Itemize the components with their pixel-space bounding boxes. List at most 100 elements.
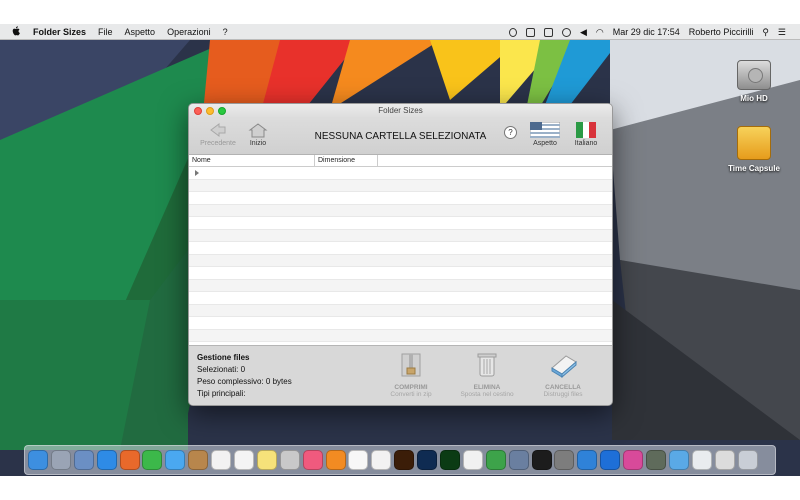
shred-sublabel: Distruggi files	[543, 391, 583, 398]
table-row	[189, 292, 612, 305]
compress-button[interactable]: COMPRIMI Converti in zip	[376, 352, 446, 398]
delete-label: ELIMINA	[473, 384, 501, 391]
dock-numbers-icon[interactable]	[485, 450, 506, 470]
column-header-size[interactable]: Dimensione	[315, 155, 378, 166]
delete-sublabel: Sposta nel cestino	[460, 391, 514, 398]
wifi-icon[interactable]: ◠	[596, 27, 604, 38]
dock-teamviewer-icon[interactable]	[600, 450, 621, 470]
help-button[interactable]: ?	[504, 126, 517, 139]
table-row	[189, 242, 612, 255]
top-letterbox	[0, 0, 800, 24]
table-row	[189, 329, 612, 342]
menubar-user[interactable]: Roberto Piccirilli	[689, 27, 754, 37]
dock-ibooks-icon[interactable]	[325, 450, 346, 470]
menu-file[interactable]: File	[98, 27, 113, 37]
zoom-window-button[interactable]	[218, 107, 226, 115]
dock-preferences-icon[interactable]	[554, 450, 575, 470]
spotlight-search-icon[interactable]: ⚲	[762, 27, 769, 38]
dock-pages-icon[interactable]	[462, 450, 483, 470]
table-row	[189, 179, 612, 192]
menubar-clock[interactable]: Mar 29 dic 17:54	[613, 27, 680, 37]
files-panel: Gestione files Selezionati: 0 Peso compl…	[189, 345, 612, 405]
menu-bar: Folder Sizes File Aspetto Operazioni ? ◀…	[0, 24, 800, 40]
dock-firefox-icon[interactable]	[119, 450, 140, 470]
microphone-icon[interactable]	[508, 27, 517, 37]
close-window-button[interactable]	[194, 107, 202, 115]
dock-dreamweaver-icon[interactable]	[440, 450, 461, 470]
table-row	[189, 267, 612, 280]
menu-aspetto[interactable]: Aspetto	[125, 27, 156, 37]
apple-menu-icon[interactable]	[12, 25, 21, 38]
dock-notefile-icon[interactable]	[188, 450, 209, 470]
hard-disk-icon	[737, 60, 771, 90]
minimize-window-button[interactable]	[206, 107, 214, 115]
screen-record-icon[interactable]	[525, 27, 535, 37]
column-header-name[interactable]: Nome	[189, 155, 315, 166]
selected-count: Selezionati: 0	[197, 365, 246, 374]
language-button-label: Italiano	[574, 140, 598, 147]
table-row	[189, 204, 612, 217]
table-row	[189, 192, 612, 205]
teamviewer-status-icon[interactable]	[543, 27, 553, 37]
table-row	[189, 317, 612, 330]
volume-icon[interactable]: ◀	[580, 27, 587, 38]
dock-finder-icon[interactable]	[28, 450, 48, 470]
compress-sublabel: Converti in zip	[390, 391, 432, 398]
menu-help[interactable]: ?	[223, 27, 228, 37]
window-titlebar[interactable]: Folder Sizes	[189, 104, 612, 118]
table-row	[189, 217, 612, 230]
main-types: Tipi principali:	[197, 389, 246, 398]
dock-itunes-icon[interactable]	[302, 450, 323, 470]
table-row	[189, 229, 612, 242]
menu-operazioni[interactable]: Operazioni	[167, 27, 211, 37]
dock-launchpad-icon[interactable]	[50, 450, 71, 470]
total-weight: Peso complessivo: 0 bytes	[197, 377, 292, 386]
appearance-button-label: Aspetto	[533, 140, 557, 147]
bottom-letterbox	[0, 476, 800, 500]
dock-trash-icon[interactable]	[737, 450, 758, 470]
dock-facetime-icon[interactable]	[142, 450, 163, 470]
language-button[interactable]: Italiano	[569, 122, 603, 147]
dock-reminders-icon[interactable]	[234, 450, 255, 470]
delete-button[interactable]: ELIMINA Sposta nel cestino	[452, 352, 522, 398]
disclosure-triangle-icon[interactable]	[195, 170, 199, 176]
table-header: Nome Dimensione	[189, 155, 612, 167]
desktop-icon-time-capsule[interactable]: Time Capsule	[724, 126, 784, 173]
dock-calendar-icon[interactable]	[211, 450, 232, 470]
dock-sequel-icon[interactable]	[508, 450, 529, 470]
dock-illustrator-icon[interactable]	[394, 450, 415, 470]
time-machine-icon[interactable]	[561, 27, 571, 37]
files-panel-title: Gestione files	[197, 353, 250, 362]
dock-photo-booth-icon[interactable]	[279, 450, 300, 470]
desktop-icon-label: Mio HD	[740, 94, 768, 103]
dock-scanner-icon[interactable]	[714, 450, 735, 470]
dock-preview-icon[interactable]	[73, 450, 94, 470]
appearance-button[interactable]: Aspetto	[525, 122, 565, 147]
dock-mail-icon[interactable]	[691, 450, 712, 470]
dock-camera-icon[interactable]	[646, 450, 667, 470]
desktop-icon-mio-hd[interactable]: Mio HD	[724, 60, 784, 103]
italy-flag-icon	[576, 122, 596, 138]
folder-table[interactable]: Nome Dimensione	[189, 155, 612, 345]
dock-photoshop-icon[interactable]	[417, 450, 438, 470]
shred-label: CANCELLA	[545, 384, 581, 391]
dock-downloads-icon[interactable]	[668, 450, 689, 470]
dock-safari-icon[interactable]	[96, 450, 117, 470]
time-capsule-icon	[737, 126, 771, 160]
shred-button[interactable]: CANCELLA Distruggi files	[528, 352, 598, 398]
dock-notes-icon[interactable]	[256, 450, 277, 470]
files-summary: Gestione files Selezionati: 0 Peso compl…	[197, 352, 292, 400]
dock-terminal-icon[interactable]	[531, 450, 552, 470]
dock-messages-icon[interactable]	[165, 450, 186, 470]
desktop-icon-label: Time Capsule	[728, 164, 780, 173]
dock-siri-icon[interactable]	[623, 450, 644, 470]
notification-center-icon[interactable]: ☰	[778, 27, 786, 38]
table-row	[189, 279, 612, 292]
dock-textedit-icon[interactable]	[348, 450, 369, 470]
dock-xcode-icon[interactable]	[577, 450, 598, 470]
menu-app-name[interactable]: Folder Sizes	[33, 27, 86, 37]
table-row[interactable]	[189, 167, 612, 180]
dock-photos-icon[interactable]	[371, 450, 392, 470]
folder-sizes-window: Folder Sizes Precedente Inizio NESSUNA C…	[188, 103, 613, 406]
window-title: Folder Sizes	[378, 106, 423, 115]
